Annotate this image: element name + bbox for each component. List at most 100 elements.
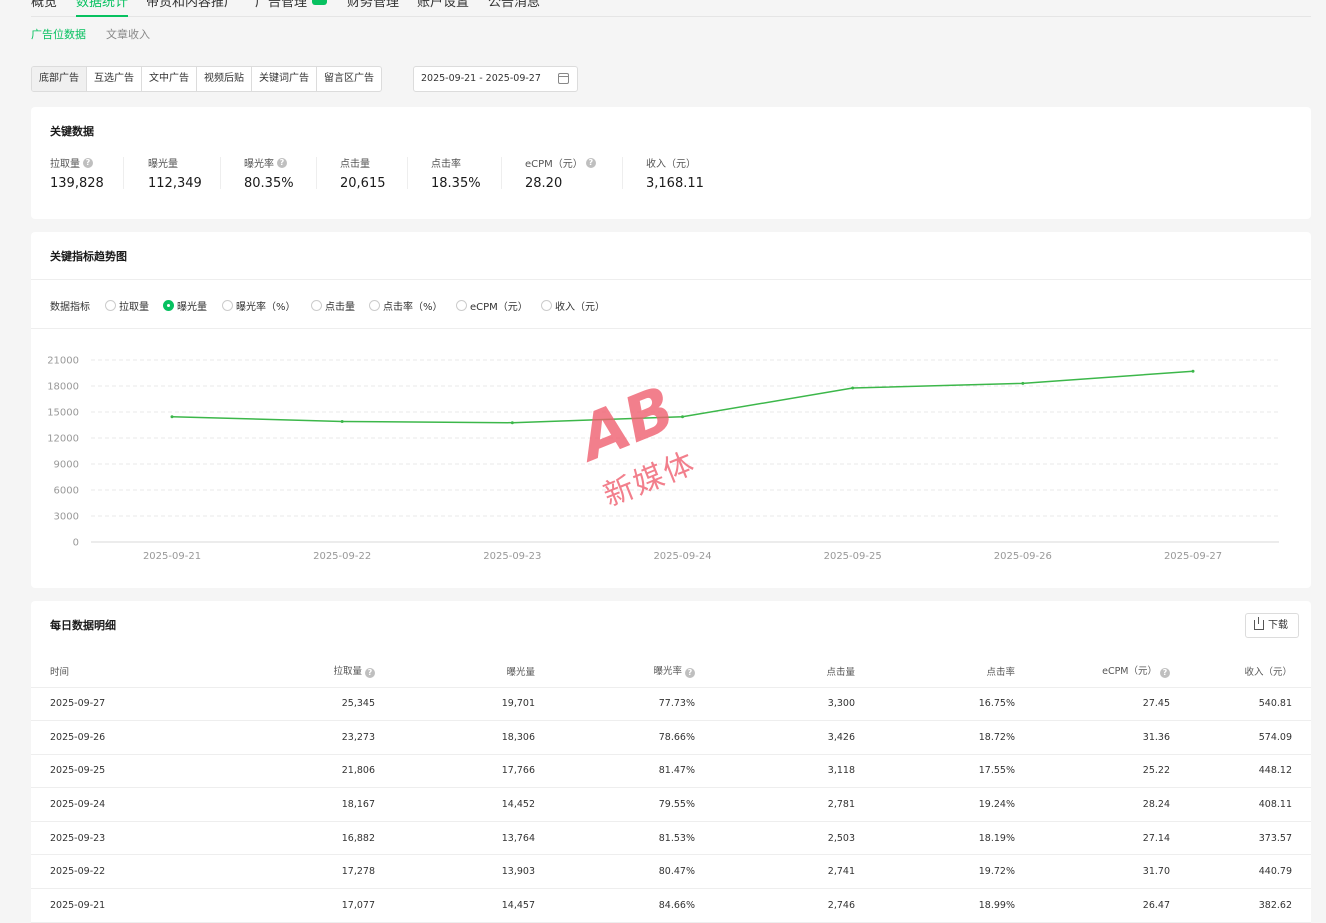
data-point: [170, 415, 174, 419]
table-cell: 25,345: [191, 687, 375, 722]
x-tick-label: 2025-09-22: [313, 551, 371, 562]
table-row: 2025-09-27 25,345 19,701 77.73% 3,300 16.75% 2…: [31, 687, 1311, 722]
table-cell: 2025-09-23: [31, 821, 191, 856]
metric-radio-ctr[interactable]: 点击率（%）: [369, 298, 443, 313]
nav-tab-overview[interactable]: 概览: [31, 0, 57, 12]
table-cell: 27.14: [1015, 821, 1170, 856]
table-cell: 408.11: [1170, 787, 1311, 822]
key-data-card: 关键数据 拉取量? 139,828 曝光量 112,349 曝光率? 80.35…: [31, 107, 1311, 219]
table-cell: 17.55%: [855, 754, 1015, 789]
table-cell: 23,273: [191, 720, 375, 755]
table-cell: 2025-09-22: [31, 854, 191, 890]
nav-tab-promotion[interactable]: 带货和内容推广: [146, 0, 237, 12]
metric-radio-impression-rate[interactable]: 曝光率（%）: [222, 298, 296, 313]
kpi-pulls: 拉取量? 139,828: [50, 155, 104, 191]
kpi-divider: [622, 157, 623, 189]
help-icon[interactable]: ?: [1160, 668, 1170, 679]
subtab-ad-slot-data[interactable]: 广告位数据: [31, 26, 86, 42]
metric-radio-impressions[interactable]: 曝光量: [163, 298, 207, 313]
help-icon[interactable]: ?: [83, 157, 93, 168]
table-cell: 2025-09-26: [31, 720, 191, 755]
table-cell: 3,426: [695, 720, 855, 755]
table-cell: 18.72%: [855, 720, 1015, 755]
help-icon[interactable]: ?: [277, 157, 287, 168]
table-cell: 18,306: [375, 720, 535, 755]
ad-type-comment-area[interactable]: 留言区广告: [317, 67, 381, 91]
y-tick-label: 9000: [54, 460, 79, 471]
new-badge: [312, 0, 327, 5]
daily-data-card: 每日数据明细 下载 时间 拉取量? 曝光量 曝光率? 点击量 点击率 eCPM（…: [31, 601, 1311, 923]
nav-tab-announcements[interactable]: 公告消息: [488, 0, 540, 12]
table-cell: 31.70: [1015, 854, 1170, 890]
kpi-label: 曝光率: [244, 159, 274, 170]
help-icon[interactable]: ?: [365, 668, 375, 679]
subtab-article-income[interactable]: 文章收入: [106, 26, 150, 42]
kpi-value: 20,615: [340, 176, 386, 191]
column-header-pulls: 拉取量?: [191, 655, 375, 688]
ad-type-mutual-select[interactable]: 互选广告: [87, 67, 142, 91]
table-cell: 79.55%: [535, 787, 695, 822]
table-cell: 540.81: [1170, 687, 1311, 722]
metric-radio-clicks[interactable]: 点击量: [311, 298, 355, 313]
x-tick-label: 2025-09-24: [653, 551, 711, 562]
table-cell: 31.36: [1015, 720, 1170, 755]
table-cell: 19,701: [375, 687, 535, 722]
y-tick-label: 15000: [47, 408, 79, 419]
nav-tab-ad-management[interactable]: 广告管理: [255, 0, 307, 12]
help-icon[interactable]: ?: [585, 157, 596, 168]
metric-radio-income[interactable]: 收入（元）: [541, 298, 605, 313]
card-divider: [31, 279, 1311, 280]
column-header-time: 时间: [31, 655, 191, 688]
table-cell: 84.66%: [535, 888, 695, 923]
x-tick-label: 2025-09-27: [1164, 551, 1222, 562]
data-point: [510, 421, 514, 425]
ad-type-video-post[interactable]: 视频后贴: [197, 67, 252, 91]
table-cell: 81.53%: [535, 821, 695, 856]
table-cell: 78.66%: [535, 720, 695, 755]
table-cell: 14,452: [375, 787, 535, 822]
kpi-impressions: 曝光量 112,349: [148, 155, 202, 191]
nav-tab-finance[interactable]: 财务管理: [347, 0, 399, 12]
column-header-ecpm: eCPM（元）?: [1015, 655, 1170, 688]
ad-type-in-article[interactable]: 文中广告: [142, 67, 197, 91]
radio-dot: [105, 300, 116, 311]
table-row: 2025-09-21 17,077 14,457 84.66% 2,746 18.99% 2…: [31, 888, 1311, 923]
table-row: 2025-09-26 23,273 18,306 78.66% 3,426 18.72% 3…: [31, 720, 1311, 755]
table-header-row: 时间 拉取量? 曝光量 曝光率? 点击量 点击率 eCPM（元）? 收入（元）: [31, 655, 1311, 688]
y-tick-label: 3000: [54, 512, 79, 523]
kpi-value: 28.20: [525, 176, 563, 191]
table-cell: 18,167: [191, 787, 375, 822]
kpi-label: 点击量: [340, 159, 370, 170]
column-header-impressions: 曝光量: [375, 655, 535, 688]
metric-radio-pulls[interactable]: 拉取量: [105, 298, 149, 313]
column-header-clicks: 点击量: [695, 655, 855, 688]
table-cell: 574.09: [1170, 720, 1311, 755]
ad-type-keyword[interactable]: 关键词广告: [252, 67, 317, 91]
table-cell: 17,766: [375, 754, 535, 789]
table-cell: 21,806: [191, 754, 375, 789]
help-icon[interactable]: ?: [685, 668, 695, 679]
table-cell: 373.57: [1170, 821, 1311, 856]
top-nav: 概览 数据统计 带货和内容推广 广告管理 财务管理 账户设置 公告消息: [31, 0, 1311, 17]
table-cell: 25.22: [1015, 754, 1170, 789]
nav-tab-statistics[interactable]: 数据统计: [76, 0, 129, 17]
date-range-picker[interactable]: 2025-09-21 - 2025-09-27: [413, 66, 578, 92]
kpi-divider: [220, 157, 221, 189]
table-cell: 382.62: [1170, 888, 1311, 923]
metric-radio-ecpm[interactable]: eCPM（元）: [456, 298, 528, 313]
kpi-value: 80.35%: [244, 176, 294, 191]
kpi-label: 拉取量: [50, 159, 80, 170]
ad-type-bottom[interactable]: 底部广告: [32, 67, 87, 91]
table-row: 2025-09-25 21,806 17,766 81.47% 3,118 17.55% 2…: [31, 754, 1311, 789]
nav-tab-account-settings[interactable]: 账户设置: [417, 0, 469, 12]
daily-title: 每日数据明细: [50, 619, 116, 632]
table-cell: 27.45: [1015, 687, 1170, 722]
table-cell: 440.79: [1170, 854, 1311, 890]
table-cell: 13,764: [375, 821, 535, 856]
table-cell: 2,741: [695, 854, 855, 890]
column-header-impression-rate: 曝光率?: [535, 655, 695, 688]
metric-radio-label: 拉取量: [119, 302, 149, 313]
kpi-value: 139,828: [50, 176, 104, 191]
download-button[interactable]: 下载: [1245, 613, 1299, 638]
y-tick-label: 12000: [47, 434, 79, 445]
